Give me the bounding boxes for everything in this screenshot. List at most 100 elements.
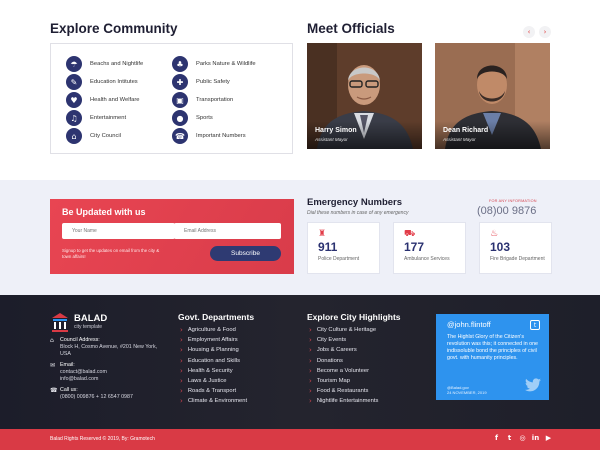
twitter-icon[interactable]: t — [505, 434, 514, 442]
category-label: Sports — [196, 115, 213, 121]
footer-link[interactable]: City Events — [309, 335, 378, 345]
contact-label: Email: — [60, 362, 75, 368]
newsletter-title: Be Updated with us — [62, 207, 146, 217]
footer-link[interactable]: Nightlife Entertainments — [309, 396, 379, 406]
tweet-handle[interactable]: @john.flintoff — [447, 320, 491, 329]
newsletter-box: Be Updated with us Signup to get the upd… — [50, 199, 294, 274]
sports-icon: ● — [172, 110, 188, 126]
emergency-card-police[interactable]: ♜ 911 Police Department — [307, 222, 380, 274]
category-education[interactable]: ✎ Education Intitutes — [66, 74, 138, 90]
carousel-controls: ‹ › — [523, 26, 551, 38]
linkedin-icon[interactable]: in — [531, 434, 540, 442]
emergency-card-fire[interactable]: ♨ 103 Fire Brigade Department — [479, 222, 552, 274]
footer-link[interactable]: Housing & Planning — [180, 345, 247, 355]
facebook-icon[interactable]: f — [492, 434, 501, 442]
footer-link[interactable]: Donations — [309, 356, 378, 366]
govt-departments-title: Govt. Departments — [178, 312, 255, 322]
footer-link[interactable]: City Culture & Heritage — [309, 325, 378, 335]
logo-tagline: city template — [74, 324, 103, 330]
category-important-numbers[interactable]: ☎ Important Numbers — [172, 128, 246, 144]
contact-label: Call us: — [60, 387, 78, 393]
footer-link[interactable]: Climate & Environment — [180, 396, 247, 406]
copyright: Balad Rights Reserved © 2019, By: Gramot… — [50, 436, 155, 442]
emergency-label: Police Department — [318, 256, 360, 262]
contact-phone: ☎ Call us: (0800) 009876 + 12 6547 0987 — [50, 387, 170, 401]
footer-logo[interactable]: BALAD city template — [50, 312, 107, 332]
category-city-council[interactable]: ⌂ City Council — [66, 128, 121, 144]
emergency-number: 177 — [404, 240, 425, 254]
footer-link[interactable]: Employment Affairs — [180, 335, 247, 345]
phone-icon: ☎ — [172, 128, 188, 144]
city-highlights-list: City Culture & Heritage City Events Jobs… — [309, 325, 379, 407]
shield-icon: ✚ — [172, 74, 188, 90]
bottom-bar: Balad Rights Reserved © 2019, By: Gramot… — [0, 429, 600, 450]
footer-link[interactable]: Roads & Transport — [180, 386, 247, 396]
category-label: Education Intitutes — [90, 79, 138, 85]
council-icon: ⌂ — [66, 128, 82, 144]
official-card[interactable]: Dean Richard Assistant Mayor — [435, 43, 550, 149]
emergency-number: 911 — [318, 240, 338, 254]
email-icon: ✉ — [50, 362, 56, 369]
twitter-badge-icon: t — [530, 320, 540, 330]
footer-link[interactable]: Become a Volunteer — [309, 366, 378, 376]
meet-officials-title: Meet Officials — [307, 21, 395, 36]
education-icon: ✎ — [66, 74, 82, 90]
youtube-icon[interactable]: ▶ — [544, 434, 553, 442]
tweet-date: 24 NOVEMBER, 2019 — [447, 390, 487, 395]
contact-text[interactable]: contact@balad.com info@balad.com — [60, 369, 124, 383]
instagram-icon[interactable]: ◎ — [518, 434, 527, 442]
name-input[interactable] — [62, 223, 175, 239]
category-label: Entertainment — [90, 115, 127, 121]
category-label: Parks Nature & Wildlife — [196, 61, 256, 67]
emergency-card-ambulance[interactable]: ⛟ 177 Ambulance Services — [393, 222, 466, 274]
contact-text[interactable]: (0800) 009876 + 12 6547 0987 — [60, 394, 170, 401]
footer-link[interactable]: Laws & Justice — [180, 376, 247, 386]
city-highlights-title: Explore City Highlights — [307, 312, 401, 322]
category-public-safety[interactable]: ✚ Public Safety — [172, 74, 230, 90]
twitter-widget: @john.flintoff t The Highlst Glory of th… — [436, 314, 549, 400]
newsletter-note: Signup to get the updates on email from … — [62, 248, 160, 259]
category-beachs-nightlife[interactable]: ☂ Beachs and Nightlife — [66, 56, 143, 72]
emergency-label: Fire Brigade Department — [490, 256, 545, 262]
category-label: Important Numbers — [196, 133, 246, 139]
category-label: City Council — [90, 133, 121, 139]
footer-link[interactable]: Agriculture & Food — [180, 325, 247, 335]
chevron-left-icon[interactable]: ‹ — [523, 26, 535, 38]
top-section: Explore Community ☂ Beachs and Nightlife… — [0, 0, 600, 180]
social-links: f t ◎ in ▶ — [492, 434, 553, 442]
footer-link[interactable]: Education and Skills — [180, 356, 247, 366]
govt-departments-list: Agriculture & Food Employment Affairs Ho… — [180, 325, 247, 407]
emergency-label: Ambulance Services — [404, 256, 450, 262]
official-name: Harry Simon — [315, 127, 357, 134]
footer: BALAD city template ⌂ Council Address: B… — [0, 295, 600, 429]
footer-link[interactable]: Food & Restaurants — [309, 386, 378, 396]
category-health-welfare[interactable]: ♥ Health and Welfare — [66, 92, 140, 108]
location-icon: ⌂ — [50, 337, 54, 344]
chevron-right-icon[interactable]: › — [539, 26, 551, 38]
category-transportation[interactable]: ▣ Transportation — [172, 92, 233, 108]
footer-link[interactable]: Tourism Map — [309, 376, 378, 386]
footer-link[interactable]: Health & Security — [180, 366, 247, 376]
official-role: Assistant Mayor — [315, 137, 348, 142]
subscribe-button[interactable]: Subscribe — [210, 246, 281, 261]
explore-community-title: Explore Community — [50, 21, 178, 36]
footer-link[interactable]: Jobs & Careers — [309, 345, 378, 355]
info-number[interactable]: (08)00 9876 — [477, 205, 536, 217]
email-input[interactable] — [174, 223, 281, 239]
logo-icon — [52, 313, 68, 332]
contact-label: Council Address: — [60, 337, 100, 343]
emergency-title: Emergency Numbers — [307, 197, 403, 208]
official-card[interactable]: Harry Simon Assistant Mayor — [307, 43, 422, 149]
category-label: Beachs and Nightlife — [90, 61, 144, 67]
info-label: For any information — [489, 199, 537, 203]
category-label: Health and Welfare — [90, 97, 140, 103]
category-label: Transportation — [196, 97, 234, 103]
entertainment-icon: ♫ — [66, 110, 82, 126]
twitter-bird-icon — [525, 378, 541, 392]
bus-icon: ▣ — [172, 92, 188, 108]
category-sports[interactable]: ● Sports — [172, 110, 213, 126]
category-entertainment[interactable]: ♫ Entertainment — [66, 110, 126, 126]
contact-address: ⌂ Council Address: Block H, Cosmo Avenue… — [50, 337, 168, 358]
category-parks[interactable]: ♣ Parks Nature & Wildlife — [172, 56, 256, 72]
category-label: Public Safety — [196, 79, 230, 85]
